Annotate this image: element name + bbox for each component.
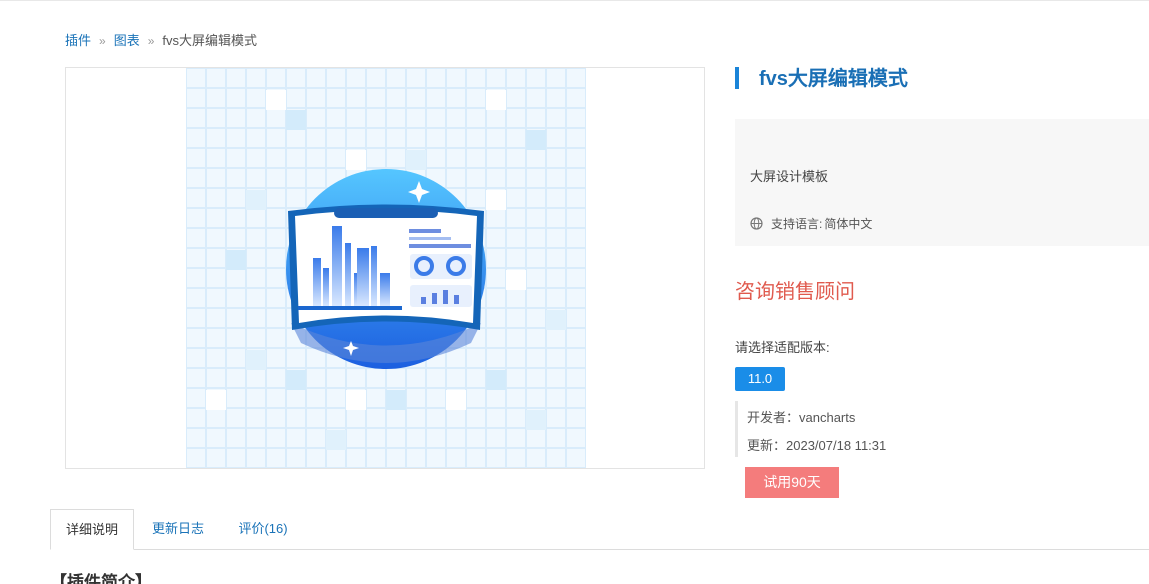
product-info-box: 大屏设计模板 支持语言: 简体中文 bbox=[735, 119, 1149, 246]
product-preview-image bbox=[65, 67, 705, 469]
language-label: 支持语言: bbox=[771, 217, 823, 231]
breadcrumb-current: fvs大屏编辑模式 bbox=[162, 33, 258, 48]
breadcrumb-separator: » bbox=[99, 34, 106, 48]
version-option-button[interactable]: 11.0 bbox=[735, 367, 785, 391]
title-accent-bar bbox=[735, 67, 739, 89]
developer-info: 开发者：vancharts bbox=[747, 410, 856, 425]
breadcrumb: 插件 » 图表 » fvs大屏编辑模式 bbox=[65, 33, 257, 49]
update-time: 更新：2023/07/18 11:31 bbox=[747, 438, 887, 453]
product-description: 大屏设计模板 bbox=[750, 169, 829, 184]
trial-button[interactable]: 试用90天 bbox=[745, 467, 839, 498]
preview-illustration bbox=[186, 68, 586, 468]
language-value: 简体中文 bbox=[824, 217, 873, 231]
tabs-divider bbox=[50, 549, 1149, 550]
top-divider bbox=[0, 0, 1149, 1]
breadcrumb-charts[interactable]: 图表 bbox=[114, 33, 140, 48]
breadcrumb-separator: » bbox=[147, 34, 155, 48]
supported-language: 支持语言: 简体中文 bbox=[750, 215, 872, 232]
consult-sales-link[interactable]: 咨询销售顾问 bbox=[735, 279, 855, 305]
product-meta: 开发者：vancharts 更新：2023/07/18 11:31 bbox=[735, 401, 1035, 457]
tab-details[interactable]: 详细说明 bbox=[50, 509, 134, 550]
tab-reviews[interactable]: 评价(16) bbox=[230, 509, 296, 550]
product-title: fvs大屏编辑模式 bbox=[759, 68, 908, 90]
globe-icon bbox=[750, 217, 763, 230]
tab-changelog[interactable]: 更新日志 bbox=[145, 509, 211, 550]
version-label: 请选择适配版本: bbox=[735, 340, 830, 355]
section-heading: 【插件简介】 bbox=[50, 573, 152, 584]
breadcrumb-plugins[interactable]: 插件 bbox=[65, 33, 91, 48]
